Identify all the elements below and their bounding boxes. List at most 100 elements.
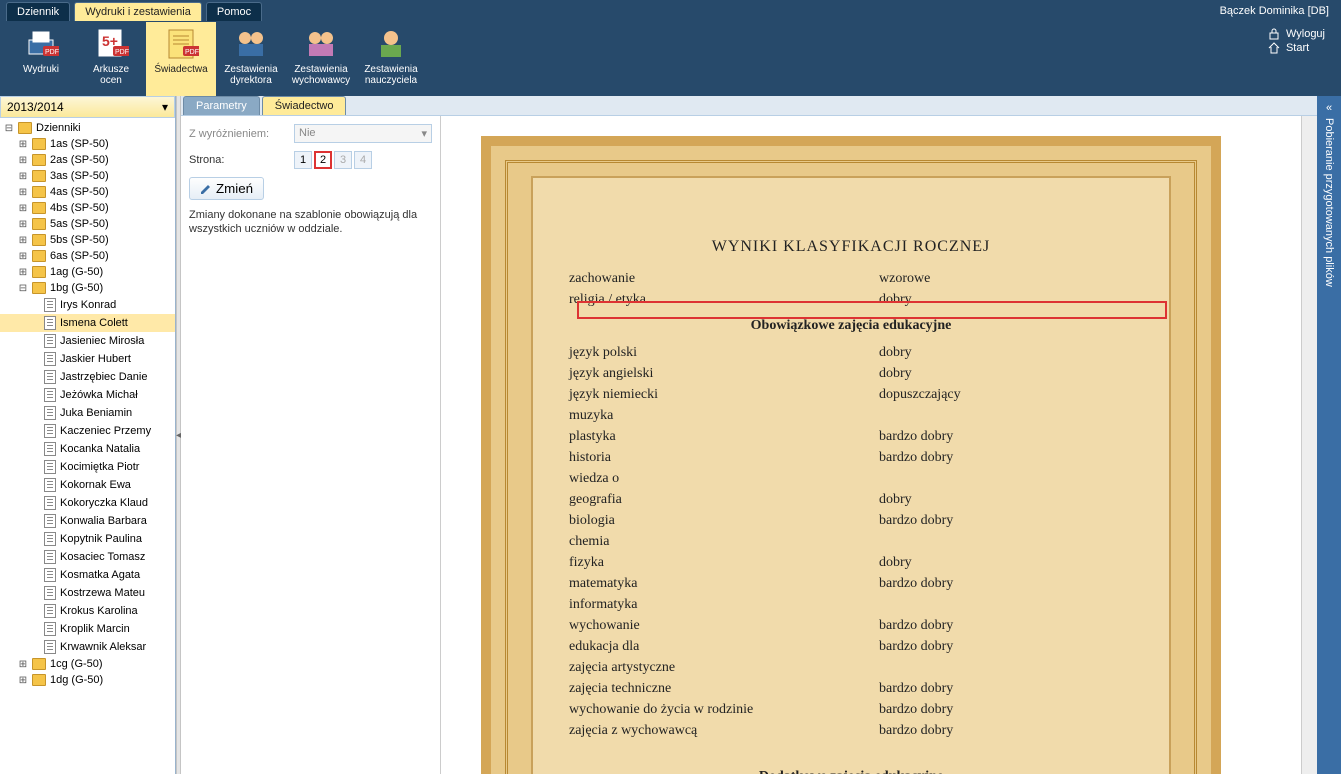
certificate-preview[interactable]: WYNIKI KLASYFIKACJI ROCZNEJ zachowaniewz… (441, 116, 1301, 774)
ribbon-director-reports[interactable]: Zestawieniadyrektora (216, 22, 286, 96)
folder-icon (32, 202, 46, 214)
tree-class[interactable]: ⊞5as (SP-50) (0, 216, 175, 232)
top-tab[interactable]: Pomoc (206, 2, 262, 21)
tree-class[interactable]: ⊞6as (SP-50) (0, 248, 175, 264)
cert-subject-row: wychowaniebardzo dobry (569, 615, 1133, 636)
document-icon (44, 586, 56, 600)
cert-subject-row: historiabardzo dobry (569, 447, 1133, 468)
tree-student[interactable]: Jasieniec Mirosła (0, 332, 175, 350)
page-1[interactable]: 1 (294, 151, 312, 169)
document-icon (44, 442, 56, 456)
folder-icon (32, 170, 46, 182)
tree-student[interactable]: Jaskier Hubert (0, 350, 175, 368)
cert-subject-row: matematykabardzo dobry (569, 573, 1133, 594)
ribbon-label: Zestawienianauczyciela (364, 64, 417, 86)
ribbon-label: Świadectwa (154, 64, 207, 75)
pencil-icon (200, 183, 212, 195)
tree-student[interactable]: Kocimiętka Piotr (0, 458, 175, 476)
tree-student[interactable]: Kocanka Natalia (0, 440, 175, 458)
tree-student[interactable]: Kaczeniec Przemy (0, 422, 175, 440)
tree-class[interactable]: ⊞1as (SP-50) (0, 136, 175, 152)
tree-student[interactable]: Krwawnik Aleksar (0, 638, 175, 656)
document-icon (44, 352, 56, 366)
tree-student[interactable]: Kroplik Marcin (0, 620, 175, 638)
document-icon (44, 496, 56, 510)
cert-subject-row: zajęcia z wychowawcąbardzo dobry (569, 720, 1133, 741)
ribbon-grade-sheets[interactable]: 5+PDFArkuszeocen (76, 22, 146, 96)
ribbon-certificates[interactable]: PDF Świadectwa (146, 22, 216, 96)
document-icon (44, 406, 56, 420)
tree-student[interactable]: Konwalia Barbara (0, 512, 175, 530)
ribbon-tutor-reports[interactable]: Zestawieniawychowawcy (286, 22, 356, 96)
tree-student[interactable]: Kokoryczka Klaud (0, 494, 175, 512)
tree-class[interactable]: ⊞1dg (G-50) (0, 672, 175, 688)
tree-student[interactable]: Irys Konrad (0, 296, 175, 314)
cert-section2: Dodatkowe zajęcia edukacyjne (569, 769, 1133, 774)
chevron-down-icon: ▾ (421, 127, 427, 140)
ribbon-label: Wydruki (23, 64, 59, 75)
tree-class[interactable]: ⊞3as (SP-50) (0, 168, 175, 184)
logout-link[interactable]: Wyloguj (1268, 28, 1325, 40)
top-tab[interactable]: Wydruki i zestawienia (74, 2, 202, 21)
ribbon-label: Zestawieniawychowawcy (292, 64, 350, 86)
top-tab[interactable]: Dziennik (6, 2, 70, 21)
tree-class[interactable]: ⊞4bs (SP-50) (0, 200, 175, 216)
ribbon-teacher-reports[interactable]: Zestawienianauczyciela (356, 22, 426, 96)
document-icon (44, 388, 56, 402)
preview-scrollbar[interactable] (1301, 116, 1317, 774)
tree-student[interactable]: Kosmatka Agata (0, 566, 175, 584)
ribbon-printouts[interactable]: PDF Wydruki (6, 22, 76, 96)
folder-icon (32, 218, 46, 230)
tab-swiadectwo[interactable]: Świadectwo (262, 96, 347, 115)
tree-class[interactable]: ⊞1ag (G-50) (0, 264, 175, 280)
tree-student[interactable]: Ismena Colett (0, 314, 175, 332)
folder-icon (32, 658, 46, 670)
certificates-icon: PDF (163, 26, 199, 62)
document-icon (44, 640, 56, 654)
tree-student[interactable]: Jastrzębiec Danie (0, 368, 175, 386)
page-2[interactable]: 2 (314, 151, 332, 169)
tutor-reports-icon (303, 26, 339, 62)
tree-student[interactable]: Kosaciec Tomasz (0, 548, 175, 566)
tree-student[interactable]: Kokornak Ewa (0, 476, 175, 494)
tree-student[interactable]: Kostrzewa Mateu (0, 584, 175, 602)
chevron-down-icon: ▾ (162, 100, 168, 114)
downloads-panel-toggle[interactable]: « Pobieranie przygotowanych plików (1317, 96, 1341, 774)
document-icon (44, 316, 56, 330)
folder-icon (18, 122, 32, 134)
pager: 1234 (294, 151, 372, 169)
cert-header-row: zachowaniewzorowe (569, 268, 1133, 289)
tree-class[interactable]: ⊞4as (SP-50) (0, 184, 175, 200)
year-select[interactable]: 2013/2014 ▾ (0, 96, 175, 118)
tree-student[interactable]: Krokus Karolina (0, 602, 175, 620)
svg-text:PDF: PDF (45, 49, 59, 56)
svg-text:PDF: PDF (185, 49, 199, 56)
change-button[interactable]: Zmień (189, 177, 264, 200)
page-3: 3 (334, 151, 352, 169)
cert-subject-row: biologiabardzo dobry (569, 510, 1133, 531)
tree[interactable]: ⊟Dzienniki⊞1as (SP-50)⊞2as (SP-50)⊞3as (… (0, 118, 175, 774)
tree-root[interactable]: ⊟Dzienniki (0, 120, 175, 136)
cert-subject-row: zajęcia technicznebardzo dobry (569, 678, 1133, 699)
cert-subject-row: wiedza o (569, 468, 1133, 489)
svg-text:PDF: PDF (115, 49, 129, 56)
cert-header-row: religia / etykadobry (569, 289, 1133, 310)
start-link[interactable]: Start (1268, 42, 1325, 54)
tab-parametry[interactable]: Parametry (183, 96, 260, 115)
document-icon (44, 532, 56, 546)
document-icon (44, 514, 56, 528)
ribbon-label: Arkuszeocen (93, 64, 129, 86)
tree-class[interactable]: ⊞1cg (G-50) (0, 656, 175, 672)
strona-label: Strona: (189, 154, 284, 166)
tree-student[interactable]: Juka Beniamin (0, 404, 175, 422)
tree-class[interactable]: ⊞2as (SP-50) (0, 152, 175, 168)
tree-class-expanded[interactable]: ⊟1bg (G-50) (0, 280, 175, 296)
folder-icon (32, 282, 46, 294)
user-label: Bączek Dominika [DB] (1220, 5, 1341, 17)
lock-icon (1268, 28, 1280, 40)
chevron-left-icon: « (1326, 102, 1332, 114)
tree-student[interactable]: Jeżówka Michał (0, 386, 175, 404)
params-note: Zmiany dokonane na szablonie obowiązują … (189, 208, 432, 237)
tree-student[interactable]: Kopytnik Paulina (0, 530, 175, 548)
tree-class[interactable]: ⊞5bs (SP-50) (0, 232, 175, 248)
